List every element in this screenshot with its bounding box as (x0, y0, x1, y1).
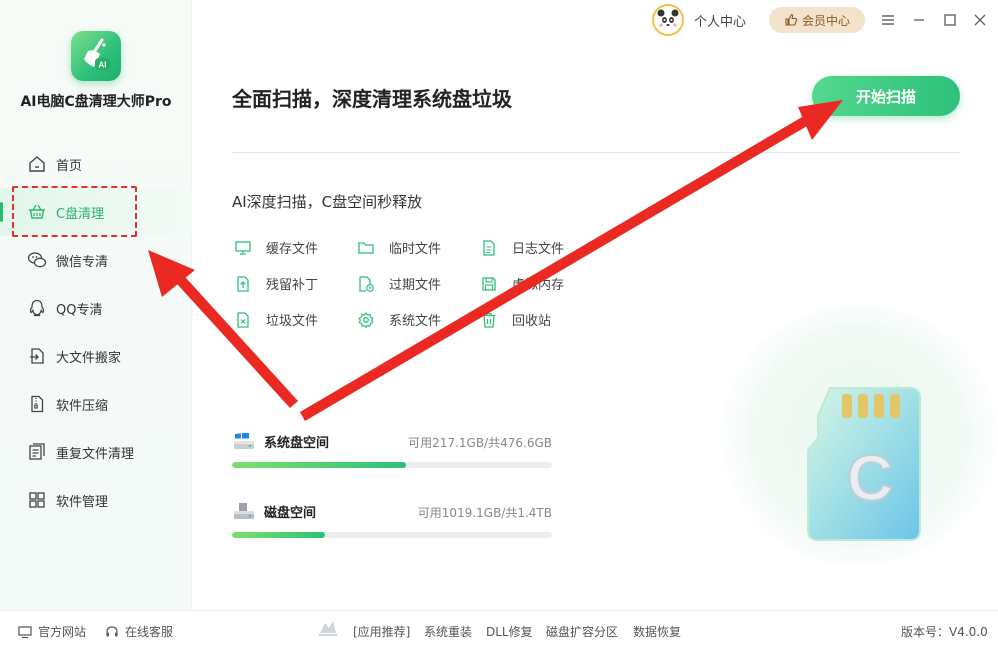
user-center-link[interactable]: 个人中心 (694, 11, 746, 30)
feature-item: 残留补丁 (234, 274, 318, 293)
sidebar-item-c-clean[interactable]: C盘清理 (0, 188, 192, 236)
patch-icon (234, 275, 252, 293)
sidebar-item-label: 重复文件清理 (56, 446, 135, 462)
feature-item: 垃圾文件 (234, 310, 318, 329)
sidebar-item-duplicate[interactable]: 重复文件清理 (0, 428, 192, 476)
footer-link-dll[interactable]: DLL修复 (486, 623, 533, 640)
sidebar-item-label: 首页 (56, 158, 83, 174)
broom-logo-icon: AI (84, 38, 110, 70)
memory-icon (480, 275, 498, 293)
sidebar-item-wechat[interactable]: 微信专清 (0, 236, 192, 284)
sd-card-illustration: C (807, 387, 921, 541)
feature-label: 垃圾文件 (266, 314, 319, 329)
disk-available: 可用217.1GB/共476.6GB (408, 436, 552, 450)
sidebar: AI AI电脑C盘清理大师Pro 首页 C盘清理 微信专清 QQ专清 大文件搬家… (0, 0, 192, 610)
vip-label: 会员中心 (801, 13, 850, 28)
avatar[interactable] (652, 4, 684, 36)
svg-text:AI: AI (99, 61, 107, 70)
sidebar-nav: 首页 C盘清理 微信专清 QQ专清 大文件搬家 软件压缩 重复文件清理 软件管理 (0, 140, 192, 524)
recommend-app-icon (317, 619, 339, 639)
disk-available: 可用1019.1GB/共1.4TB (417, 506, 552, 520)
divider (232, 152, 960, 153)
zip-icon (27, 394, 47, 414)
basket-icon (27, 202, 47, 222)
disk-progress-track (232, 462, 552, 468)
feature-item: 回收站 (480, 310, 551, 329)
apps-grid-icon (27, 490, 47, 510)
disk-name: 磁盘空间 (264, 506, 317, 521)
log-file-icon (480, 239, 498, 257)
expired-file-icon (357, 275, 375, 293)
home-icon (27, 154, 47, 174)
feature-item: 虚拟内存 (480, 274, 564, 293)
move-file-icon (27, 346, 47, 366)
panda-avatar-icon (657, 9, 679, 31)
sidebar-item-label: C盘清理 (56, 206, 105, 222)
folder-icon (357, 239, 375, 257)
feature-item: 过期文件 (357, 274, 441, 293)
footer-label: 官方网站 (38, 625, 87, 639)
maximize-icon[interactable] (939, 9, 961, 31)
sidebar-item-label: 微信专清 (56, 254, 109, 270)
footer: 官方网站 在线客服 [应用推荐] 系统重装 DLL修复 磁盘扩容分区 数据恢复 … (0, 610, 998, 649)
disk-name: 系统盘空间 (264, 436, 330, 451)
feature-label: 临时文件 (389, 242, 442, 257)
official-site-link[interactable]: 官方网站 (18, 623, 86, 640)
disk-progress-fill (232, 462, 407, 468)
disk-label: 系统盘空间 (232, 432, 329, 451)
qq-icon (27, 298, 47, 318)
feature-label: 日志文件 (512, 242, 565, 257)
monitor-icon (18, 625, 32, 639)
close-icon[interactable] (969, 9, 991, 31)
sidebar-item-big-file-move[interactable]: 大文件搬家 (0, 332, 192, 380)
feature-label: 系统文件 (389, 314, 442, 329)
disk-label: 磁盘空间 (232, 502, 316, 521)
page-title: 全面扫描，深度清理系统盘垃圾 (232, 87, 512, 111)
headset-icon (105, 625, 119, 639)
feature-label: 缓存文件 (266, 242, 319, 257)
app-name: AI电脑C盘清理大师Pro (20, 94, 172, 110)
sidebar-item-software[interactable]: 软件管理 (0, 476, 192, 524)
subheading: AI深度扫描，C盘空间秒释放 (232, 193, 423, 211)
junk-file-icon (234, 311, 252, 329)
sidebar-item-label: 软件管理 (56, 494, 109, 510)
app-logo: AI (71, 31, 121, 81)
sidebar-item-label: 软件压缩 (56, 398, 109, 414)
windows-disk-icon (234, 432, 254, 449)
wechat-icon (27, 250, 47, 270)
footer-label: 在线客服 (125, 625, 174, 639)
footer-link-partition[interactable]: 磁盘扩容分区 (546, 623, 618, 640)
online-service-link[interactable]: 在线客服 (105, 623, 173, 640)
duplicate-file-icon (27, 442, 47, 462)
feature-item: 临时文件 (357, 238, 441, 257)
sidebar-item-compress[interactable]: 软件压缩 (0, 380, 192, 428)
minimize-icon[interactable] (908, 9, 930, 31)
trash-icon (480, 311, 498, 329)
feature-label: 虚拟内存 (512, 278, 565, 293)
recommend-label: [应用推荐] (353, 625, 411, 639)
disk-progress-fill (232, 532, 325, 538)
card-letter: C (847, 442, 893, 514)
footer-link-recovery[interactable]: 数据恢复 (633, 623, 681, 640)
gear-icon (357, 311, 375, 329)
feature-item: 日志文件 (480, 238, 564, 257)
menu-icon[interactable] (877, 9, 899, 31)
feature-label: 回收站 (512, 314, 552, 329)
version-label: 版本号：V4.0.0 (901, 625, 988, 639)
start-scan-button[interactable]: 开始扫描 (812, 76, 960, 116)
feature-label: 残留补丁 (266, 278, 319, 293)
thumb-up-icon (785, 13, 798, 26)
footer-link-reinstall[interactable]: 系统重装 (424, 623, 472, 640)
monitor-icon (234, 239, 252, 257)
hard-disk-icon (234, 502, 254, 519)
feature-item: 缓存文件 (234, 238, 318, 257)
sidebar-item-label: QQ专清 (56, 302, 103, 318)
sidebar-item-home[interactable]: 首页 (0, 140, 192, 188)
feature-item: 系统文件 (357, 310, 441, 329)
sidebar-item-qq[interactable]: QQ专清 (0, 284, 192, 332)
vip-center-button[interactable]: 会员中心 (769, 7, 865, 33)
sidebar-item-label: 大文件搬家 (56, 350, 122, 366)
feature-label: 过期文件 (389, 278, 442, 293)
disk-progress-track (232, 532, 552, 538)
